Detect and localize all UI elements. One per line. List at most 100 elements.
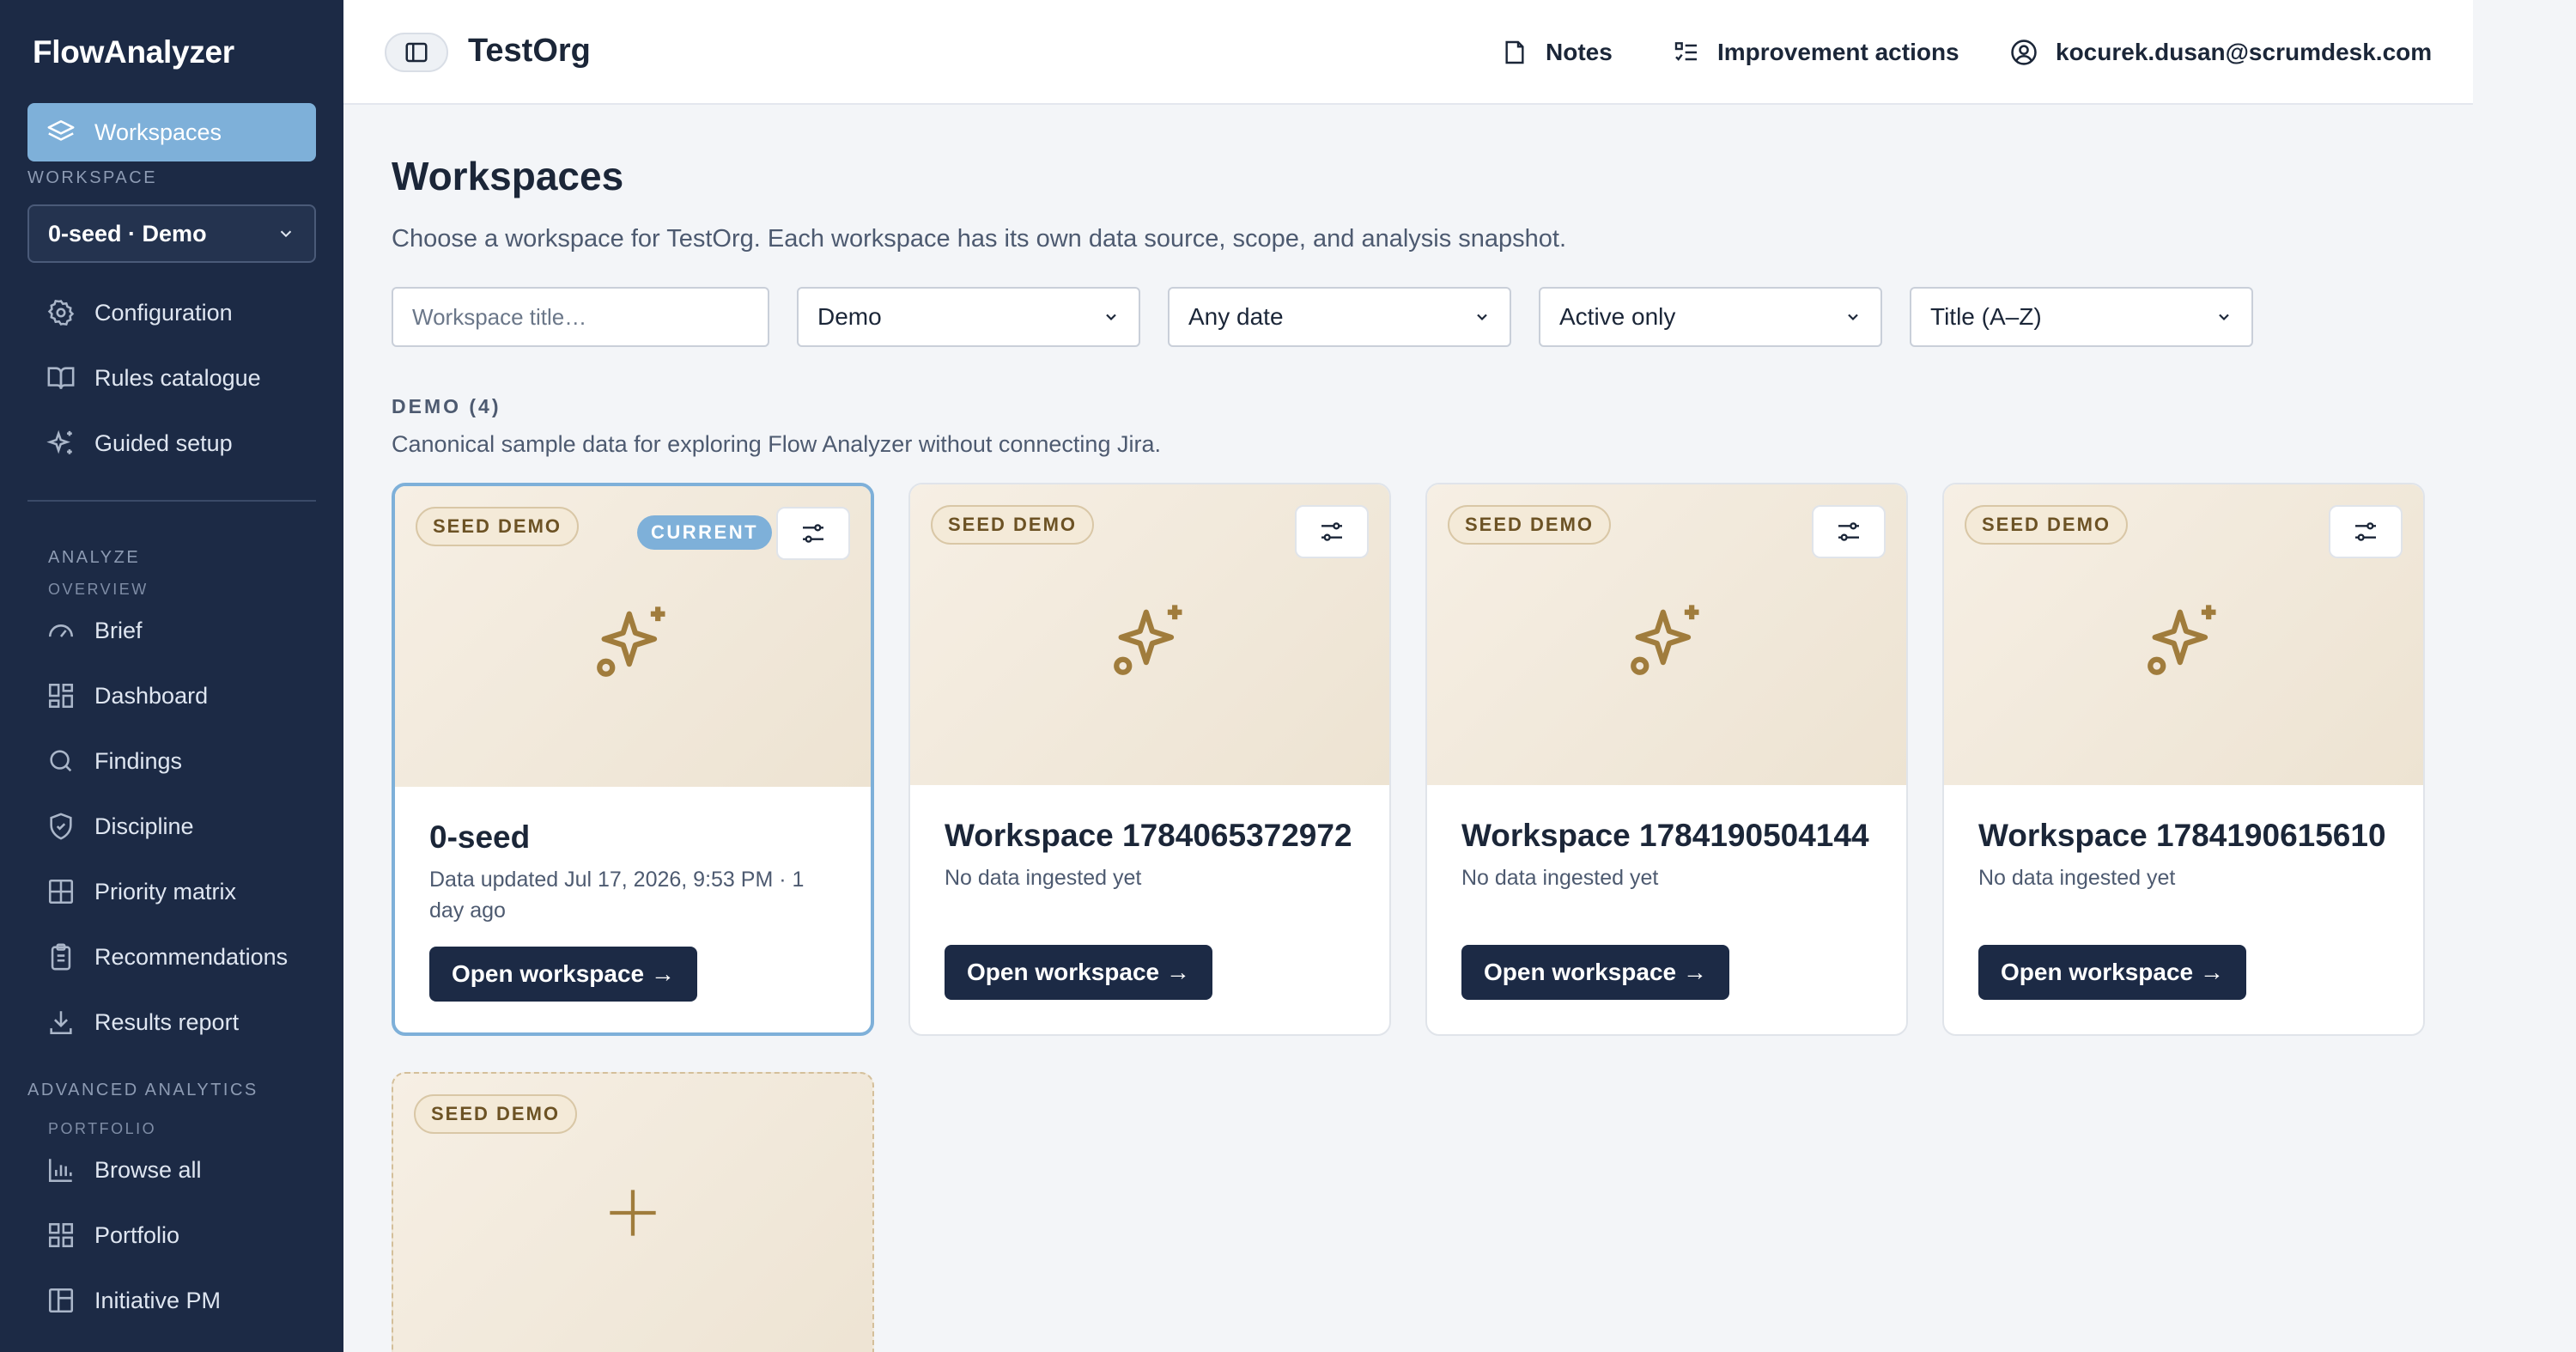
sidebar-item-guided-setup[interactable]: Guided setup bbox=[27, 417, 316, 469]
sort-select[interactable]: Title (A–Z) bbox=[1910, 287, 2253, 347]
source-filter-value: Demo bbox=[817, 303, 882, 330]
notes-link[interactable]: Notes bbox=[1501, 33, 1613, 72]
analyze-group-label: ANALYZE bbox=[48, 548, 141, 567]
workspace-label: WORKSPACE bbox=[27, 168, 158, 187]
chevron-down-icon bbox=[1848, 314, 1858, 321]
new-workspace-card[interactable]: SEED DEMO bbox=[392, 1072, 874, 1352]
sort-value: Title (A–Z) bbox=[1930, 303, 2042, 330]
brand-logo: FlowAnalyzer bbox=[33, 34, 234, 70]
clipboard-list-icon bbox=[51, 943, 71, 971]
sidebar-item-configuration[interactable]: Configuration bbox=[27, 287, 316, 338]
layout-columns-icon bbox=[48, 1288, 74, 1313]
sidebar-toggle-button[interactable] bbox=[385, 33, 448, 72]
workspace-settings-button[interactable] bbox=[2329, 505, 2403, 558]
improvement-actions-link[interactable]: Improvement actions bbox=[1673, 33, 1959, 72]
workspace-title: 0-seed bbox=[429, 819, 531, 855]
sparkles-icon bbox=[2148, 605, 2216, 675]
date-filter-value: Any date bbox=[1188, 303, 1284, 330]
workspace-card[interactable]: SEED DEMO Workspace 1784065372972 No dat… bbox=[908, 483, 1391, 1036]
sidebar-item-label: Recommendations bbox=[94, 943, 289, 970]
sidebar-item-discipline[interactable]: Discipline bbox=[27, 801, 316, 852]
gear-icon bbox=[47, 299, 75, 326]
panel-left-icon bbox=[405, 42, 428, 63]
workspace-select[interactable]: 0-seed · Demo bbox=[27, 204, 316, 263]
sidebar-item-label: Results report bbox=[94, 1008, 240, 1035]
sidebar-item-brief[interactable]: Brief bbox=[27, 605, 316, 656]
workspace-meta: No data ingested yet bbox=[945, 866, 1142, 890]
workspace-settings-button[interactable] bbox=[776, 507, 850, 560]
open-workspace-button[interactable]: Open workspace → bbox=[429, 947, 697, 1002]
open-workspace-button[interactable]: Open workspace → bbox=[945, 945, 1212, 1000]
section-description: Canonical sample data for exploring Flow… bbox=[392, 431, 1161, 457]
workspace-title: Workspace 1784190615610 bbox=[1978, 818, 2386, 853]
sparkles-icon bbox=[1631, 605, 1699, 675]
current-badge: CURRENT bbox=[637, 515, 773, 550]
layers-icon bbox=[47, 119, 75, 141]
workspace-meta: No data ingested yet bbox=[1461, 866, 1659, 890]
date-filter-select[interactable]: Any date bbox=[1168, 287, 1511, 347]
search-placeholder: Workspace title… bbox=[412, 303, 587, 330]
overview-subgroup-label: OVERVIEW bbox=[48, 581, 149, 598]
chevron-down-icon bbox=[2219, 314, 2229, 321]
sidebar-item-browse-all[interactable]: Browse all bbox=[27, 1144, 316, 1196]
top-bar: TestOrg Notes Improvement actions kocure… bbox=[343, 0, 2473, 105]
workspace-card[interactable]: SEED DEMO CURRENT 0-seed Data updated Ju… bbox=[392, 483, 874, 1036]
sidebar-item-results-report[interactable]: Results report bbox=[27, 996, 316, 1048]
workspace-settings-button[interactable] bbox=[1295, 505, 1369, 558]
sidebar-item-workspaces[interactable]: Workspaces bbox=[27, 103, 316, 161]
download-icon bbox=[50, 1011, 72, 1035]
sidebar-item-findings[interactable]: Findings bbox=[27, 735, 316, 787]
sliders-icon bbox=[1321, 522, 1342, 541]
sidebar: FlowAnalyzer Workspaces WORKSPACE 0-seed… bbox=[0, 0, 343, 1352]
sidebar-item-label: Guided setup bbox=[94, 429, 233, 456]
sidebar-item-initiative-pm[interactable]: Initiative PM bbox=[27, 1275, 316, 1326]
advanced-analytics-group-label: ADVANCED ANALYTICS bbox=[27, 1081, 258, 1099]
seed-demo-badge: SEED DEMO bbox=[414, 1094, 578, 1134]
workspace-card[interactable]: SEED DEMO Workspace 1784190615610 No dat… bbox=[1942, 483, 2425, 1036]
workspace-title: Workspace 1784065372972 bbox=[945, 818, 1352, 853]
card-hero: SEED DEMO bbox=[1944, 484, 2423, 785]
seed-demo-badge: SEED DEMO bbox=[416, 507, 580, 546]
sidebar-item-dashboard[interactable]: Dashboard bbox=[27, 670, 316, 722]
sidebar-item-portfolio[interactable]: Portfolio bbox=[27, 1209, 316, 1261]
workspace-settings-button[interactable] bbox=[1812, 505, 1886, 558]
seed-demo-badge: SEED DEMO bbox=[1448, 505, 1612, 545]
workspace-title-search-input[interactable]: Workspace title… bbox=[392, 287, 769, 347]
card-hero: SEED DEMO CURRENT bbox=[395, 486, 871, 787]
sidebar-divider bbox=[27, 500, 316, 502]
section-label: DEMO (4) bbox=[392, 395, 501, 417]
chevron-down-icon bbox=[1106, 314, 1116, 321]
sidebar-item-recommendations[interactable]: Recommendations bbox=[27, 931, 316, 983]
page-subtitle: Choose a workspace for TestOrg. Each wor… bbox=[392, 225, 1567, 253]
sidebar-item-label: Discipline bbox=[94, 813, 194, 839]
bar-chart-icon bbox=[48, 1159, 72, 1183]
workspace-meta: Data updated Jul 17, 2026, 9:53 PM · 1 d… bbox=[429, 868, 805, 923]
shield-check-icon bbox=[50, 813, 72, 840]
source-filter-select[interactable]: Demo bbox=[797, 287, 1140, 347]
open-workspace-button[interactable]: Open workspace → bbox=[1978, 945, 2246, 1000]
checklist-icon bbox=[1674, 42, 1697, 61]
workspace-card[interactable]: SEED DEMO Workspace 1784190504144 No dat… bbox=[1425, 483, 1908, 1036]
org-title: TestOrg bbox=[468, 33, 591, 69]
book-open-icon bbox=[47, 367, 75, 389]
sidebar-item-priority-matrix[interactable]: Priority matrix bbox=[27, 866, 316, 917]
status-filter-select[interactable]: Active only bbox=[1539, 287, 1882, 347]
sliders-icon bbox=[803, 524, 823, 543]
workspace-title: Workspace 1784190504144 bbox=[1461, 818, 1869, 853]
user-email: kocurek.dusan@scrumdesk.com bbox=[2056, 39, 2433, 65]
open-workspace-button[interactable]: Open workspace → bbox=[1461, 945, 1729, 1000]
user-menu[interactable]: kocurek.dusan@scrumdesk.com bbox=[2009, 33, 2432, 72]
sidebar-item-label: Portfolio bbox=[94, 1221, 180, 1248]
portfolio-subgroup-label: PORTFOLIO bbox=[48, 1120, 157, 1137]
sidebar-item-label: Initiative PM bbox=[94, 1287, 222, 1313]
chevron-down-icon bbox=[1477, 314, 1487, 321]
sidebar-item-rules-catalogue[interactable]: Rules catalogue bbox=[27, 352, 316, 404]
sliders-icon bbox=[1838, 522, 1859, 541]
sidebar-item-label: Browse all bbox=[94, 1156, 202, 1183]
card-hero: SEED DEMO bbox=[1427, 484, 1906, 785]
sidebar-item-label: Configuration bbox=[94, 299, 233, 326]
sparkles-icon bbox=[46, 429, 72, 454]
sparkles-icon bbox=[1114, 605, 1182, 675]
plus-icon bbox=[610, 1190, 656, 1236]
gauge-icon bbox=[48, 624, 74, 637]
